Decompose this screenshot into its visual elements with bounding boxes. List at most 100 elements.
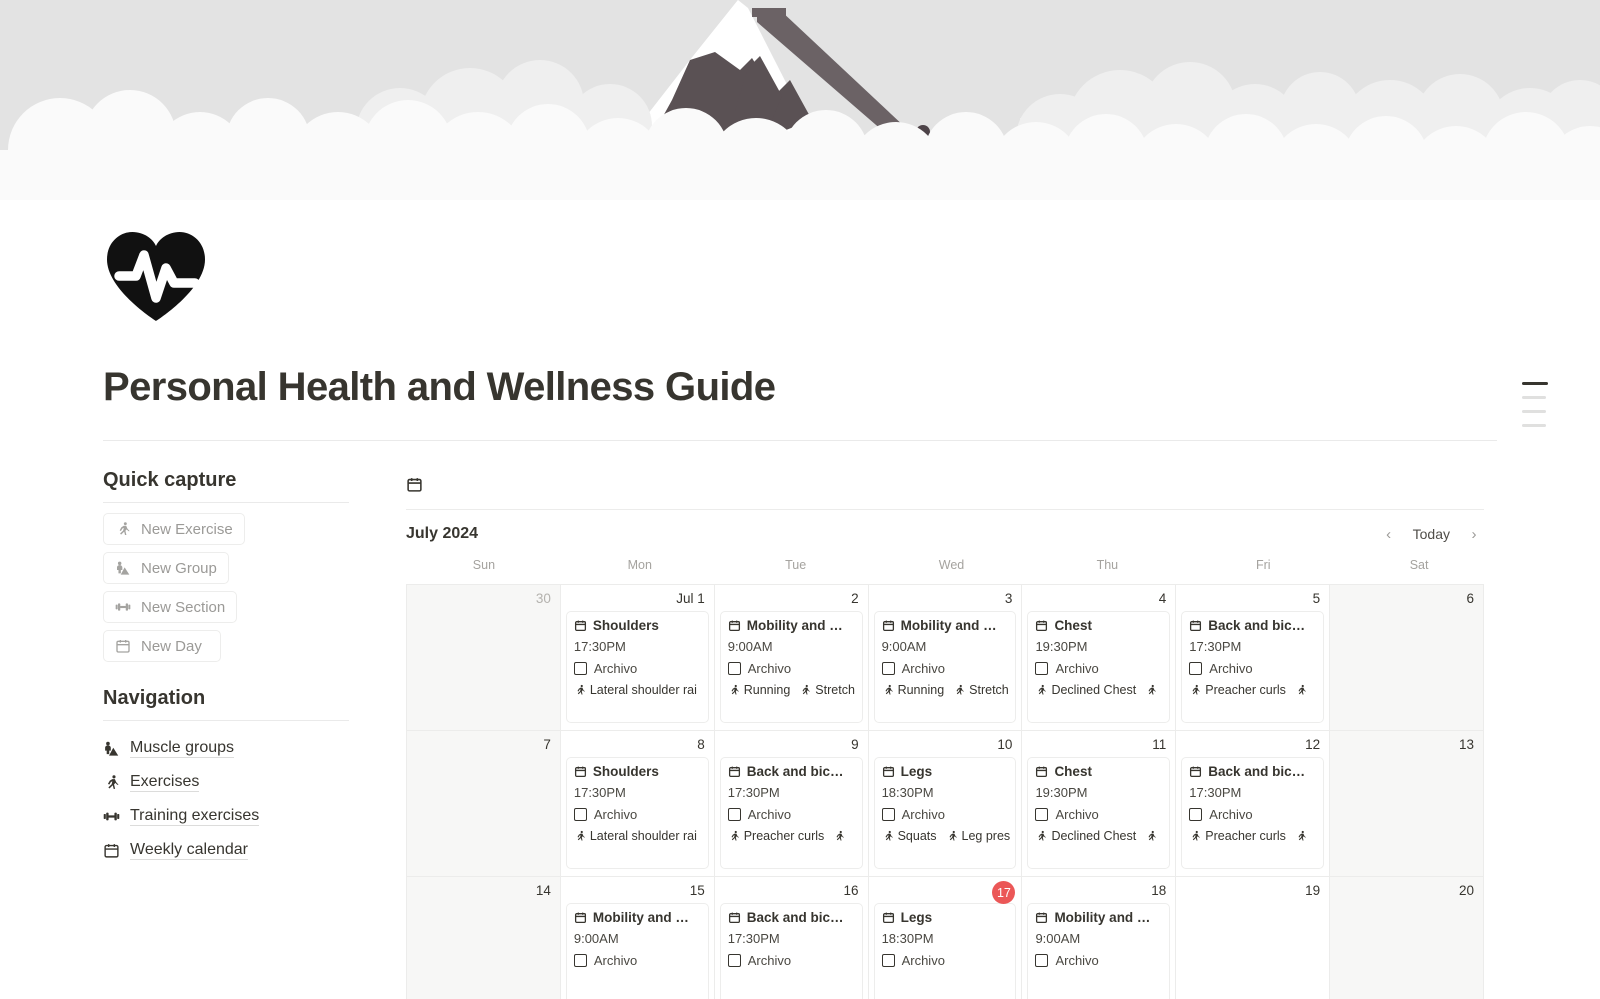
calendar-day-cell[interactable]: 3 Mobility and … 9:00AM Archivo Running Stret…	[868, 585, 1023, 731]
calendar-day-cell[interactable]: 10 Legs 18:30PM Archivo Squats Leg pres	[868, 731, 1023, 877]
event-archive-checkbox-row[interactable]: Archivo	[881, 953, 1009, 968]
checkbox[interactable]	[727, 662, 741, 675]
exercise-tag[interactable]: Preacher curls	[1189, 829, 1286, 843]
checkbox[interactable]	[573, 662, 587, 675]
exercise-tag[interactable]: Lateral shoulder rai	[574, 683, 697, 697]
calendar-day-cell[interactable]: 18 Mobility and … 9:00AM Archivo	[1022, 877, 1177, 999]
new-exercise-button[interactable]: New Exercise	[103, 513, 245, 545]
event-archive-checkbox-row[interactable]: Archivo	[1035, 807, 1162, 822]
exercise-tag[interactable]: Preacher curls	[1189, 683, 1286, 697]
calendar-day-cell[interactable]: 11 Chest 19:30PM Archivo Declined Chest	[1022, 731, 1177, 877]
event-title[interactable]: Mobility and …	[728, 618, 855, 633]
calendar-day-cell[interactable]: 8 Shoulders 17:30PM Archivo Lateral shoulder…	[560, 731, 715, 877]
event-archive-checkbox-row[interactable]: Archivo	[1189, 807, 1316, 822]
event-title[interactable]: Back and bic…	[728, 910, 855, 925]
event-archive-checkbox-row[interactable]: Archivo	[1035, 661, 1162, 676]
calendar-day-cell[interactable]: Jul 1 Shoulders 17:30PM Archivo Lateral shou…	[560, 585, 715, 731]
checkbox[interactable]	[573, 808, 587, 821]
checkbox[interactable]	[1035, 808, 1049, 821]
event-archive-checkbox-row[interactable]: Archivo	[727, 661, 855, 676]
event-title[interactable]: Back and bic…	[728, 764, 855, 779]
exercise-tag[interactable]: Lateral shoulder rai	[574, 829, 697, 843]
event-title[interactable]: Shoulders	[574, 764, 701, 779]
calendar-event-card[interactable]: Legs 18:30PM Archivo	[873, 903, 1017, 999]
exercise-tag[interactable]	[1295, 829, 1311, 843]
exercise-tag[interactable]	[1145, 829, 1161, 843]
event-title[interactable]: Chest	[1035, 764, 1162, 779]
calendar-event-card[interactable]: Shoulders 17:30PM Archivo Lateral shoulder …	[565, 757, 709, 869]
checkbox[interactable]	[727, 954, 741, 967]
calendar-day-cell[interactable]: 5 Back and bic… 17:30PM Archivo Preacher cur…	[1176, 585, 1331, 731]
calendar-event-card[interactable]: Chest 19:30PM Archivo Declined Chest	[1027, 757, 1171, 869]
checkbox[interactable]	[1035, 662, 1049, 675]
calendar-day-cell[interactable]: 4 Chest 19:30PM Archivo Declined Chest	[1022, 585, 1177, 731]
event-archive-checkbox-row[interactable]: Archivo	[727, 953, 855, 968]
event-archive-checkbox-row[interactable]: Archivo	[1189, 661, 1316, 676]
calendar-day-cell[interactable]: 13	[1330, 731, 1485, 877]
exercise-tag[interactable]: Squats	[882, 829, 937, 843]
exercise-tag[interactable]: Declined Chest	[1035, 829, 1136, 843]
calendar-event-card[interactable]: Mobility and … 9:00AM Archivo Running Stretc…	[719, 611, 863, 723]
new-group-button[interactable]: New Group	[103, 552, 229, 584]
event-title[interactable]: Chest	[1035, 618, 1162, 633]
exercise-tag[interactable]	[833, 829, 849, 843]
calendar-event-card[interactable]: Legs 18:30PM Archivo Squats Leg pres	[873, 757, 1017, 869]
exercise-tag[interactable]: Running	[882, 683, 944, 697]
event-archive-checkbox-row[interactable]: Archivo	[881, 661, 1009, 676]
checkbox[interactable]	[881, 808, 895, 821]
calendar-event-card[interactable]: Mobility and … 9:00AM Archivo	[1027, 903, 1171, 999]
checkbox[interactable]	[727, 808, 741, 821]
sidebar-item-muscle-groups[interactable]: Muscle groups	[103, 731, 351, 765]
event-title[interactable]: Legs	[882, 910, 1009, 925]
checkbox[interactable]	[573, 954, 587, 967]
event-archive-checkbox-row[interactable]: Archivo	[727, 807, 855, 822]
checkbox[interactable]	[1189, 662, 1203, 675]
calendar-event-card[interactable]: Mobility and … 9:00AM Archivo	[565, 903, 709, 999]
calendar-day-cell[interactable]: 9 Back and bic… 17:30PM Archivo Preacher cur…	[714, 731, 869, 877]
event-title[interactable]: Legs	[882, 764, 1009, 779]
exercise-tag[interactable]	[1145, 683, 1161, 697]
sidebar-item-weekly-calendar[interactable]: Weekly calendar	[103, 833, 351, 867]
new-day-button[interactable]: New Day	[103, 630, 221, 662]
calendar-event-card[interactable]: Shoulders 17:30PM Archivo Lateral shoulder …	[565, 611, 709, 723]
exercise-tag[interactable]: Stretch	[799, 683, 855, 697]
exercise-tag[interactable]: Leg pres	[946, 829, 1010, 843]
event-archive-checkbox-row[interactable]: Archivo	[573, 807, 701, 822]
calendar-event-card[interactable]: Back and bic… 17:30PM Archivo Preacher curl…	[719, 757, 863, 869]
sidebar-item-training-exercises[interactable]: Training exercises	[103, 799, 351, 833]
calendar-event-card[interactable]: Chest 19:30PM Archivo Declined Chest	[1027, 611, 1171, 723]
calendar-day-cell[interactable]: 12 Back and bic… 17:30PM Archivo Preacher cu…	[1176, 731, 1331, 877]
event-title[interactable]: Back and bic…	[1189, 618, 1316, 633]
checkbox[interactable]	[881, 954, 895, 967]
exercise-tag[interactable]: Declined Chest	[1035, 683, 1136, 697]
calendar-day-cell[interactable]: 6	[1330, 585, 1485, 731]
calendar-day-cell[interactable]: 7	[407, 731, 561, 877]
calendar-day-cell[interactable]: 17 Legs 18:30PM Archivo	[868, 877, 1023, 999]
sidebar-item-exercises[interactable]: Exercises	[103, 765, 351, 799]
event-archive-checkbox-row[interactable]: Archivo	[573, 661, 701, 676]
exercise-tag[interactable]: Preacher curls	[728, 829, 824, 843]
event-archive-checkbox-row[interactable]: Archivo	[881, 807, 1009, 822]
checkbox[interactable]	[881, 662, 895, 675]
calendar-event-card[interactable]: Mobility and … 9:00AM Archivo Running Stretc…	[873, 611, 1017, 723]
event-archive-checkbox-row[interactable]: Archivo	[1035, 953, 1162, 968]
today-button[interactable]: Today	[1404, 523, 1459, 545]
new-section-button[interactable]: New Section	[103, 591, 238, 623]
event-title[interactable]: Mobility and …	[882, 618, 1009, 633]
checkbox[interactable]	[1035, 954, 1049, 967]
calendar-day-cell[interactable]: 14	[407, 877, 561, 999]
event-title[interactable]: Back and bic…	[1189, 764, 1316, 779]
calendar-day-cell[interactable]: 20	[1330, 877, 1485, 999]
next-month-button[interactable]: ›	[1463, 522, 1485, 546]
calendar-day-cell[interactable]: 16 Back and bic… 17:30PM Archivo	[714, 877, 869, 999]
calendar-day-cell[interactable]: 19	[1176, 877, 1331, 999]
calendar-day-cell[interactable]: 30	[407, 585, 561, 731]
checkbox[interactable]	[1189, 808, 1203, 821]
event-title[interactable]: Shoulders	[574, 618, 701, 633]
event-title[interactable]: Mobility and …	[1035, 910, 1162, 925]
calendar-day-cell[interactable]: 2 Mobility and … 9:00AM Archivo Running Stret…	[714, 585, 869, 731]
prev-month-button[interactable]: ‹	[1378, 522, 1400, 546]
exercise-tag[interactable]: Stretch	[953, 683, 1009, 697]
event-archive-checkbox-row[interactable]: Archivo	[573, 953, 701, 968]
exercise-tag[interactable]	[1295, 683, 1311, 697]
